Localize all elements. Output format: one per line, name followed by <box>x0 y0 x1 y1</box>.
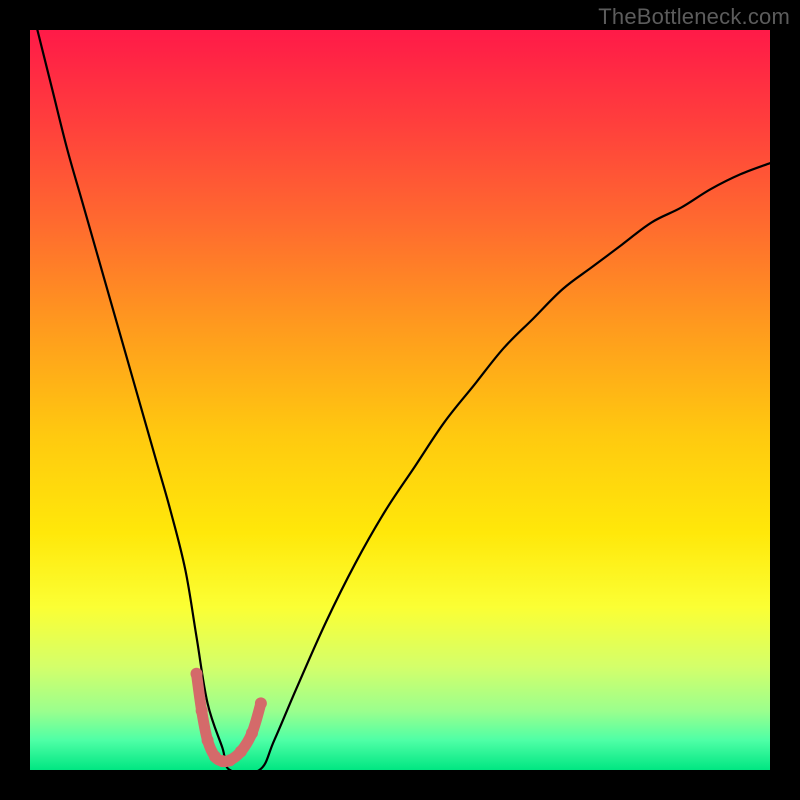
highlight-dot <box>202 734 214 746</box>
gradient-background <box>30 30 770 770</box>
highlight-dot <box>224 754 236 766</box>
highlight-dot <box>191 668 203 680</box>
highlight-dot <box>246 727 258 739</box>
highlight-dot <box>196 705 208 717</box>
highlight-dot <box>235 746 247 758</box>
chart-frame: TheBottleneck.com <box>0 0 800 800</box>
plot-area <box>30 30 770 770</box>
watermark-text: TheBottleneck.com <box>598 4 790 30</box>
highlight-dot <box>255 697 267 709</box>
chart-svg <box>30 30 770 770</box>
